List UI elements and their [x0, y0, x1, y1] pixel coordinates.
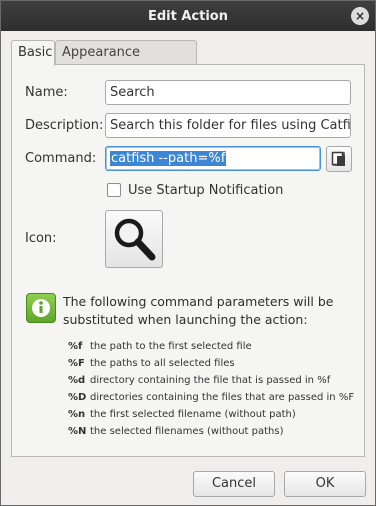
edit-action-dialog: Edit Action × Basic Appearance Condition… [0, 0, 376, 506]
info-glyph [32, 299, 50, 317]
copy-icon [331, 151, 345, 166]
parameter-list: %f the path to the first selected file %F… [68, 338, 354, 440]
parameter-code: %f [68, 341, 83, 352]
command-field[interactable]: catfish --path=%f [105, 146, 321, 171]
ok-button[interactable]: OK [284, 471, 366, 497]
parameter-description: directories containing the files that ar… [90, 392, 355, 403]
info-message: The following command parameters will be… [63, 294, 334, 327]
parameter-description: the paths to all selected files [90, 358, 235, 369]
parameter-code: %N [68, 426, 87, 437]
parameter-row: %F the paths to all selected files [68, 355, 354, 372]
name-label: Name: [25, 85, 68, 100]
description-label: Description: [25, 118, 104, 133]
command-value: catfish --path=%f [110, 151, 227, 166]
tab-appearance-conditions[interactable]: Appearance Conditions [55, 40, 197, 84]
parameter-row: %N the selected filenames (without paths) [68, 423, 354, 440]
icon-chooser-button[interactable] [105, 210, 163, 268]
parameter-row: %n the first selected filename (without p… [68, 406, 354, 423]
close-button[interactable]: × [351, 7, 369, 25]
parameter-description: the selected filenames (without paths) [90, 426, 284, 437]
startup-notification-checkbox[interactable] [107, 183, 121, 197]
parameter-row: %D directories containing the files that … [68, 389, 354, 406]
parameter-description: directory containing the file that is pa… [90, 375, 331, 386]
description-field[interactable]: Search this folder for files using Catfi… [105, 113, 351, 138]
parameter-code: %D [68, 392, 87, 403]
tab-basic[interactable]: Basic [11, 40, 55, 66]
window-title: Edit Action [147, 8, 228, 24]
parameter-code: %F [68, 358, 85, 369]
name-field[interactable]: Search [105, 80, 351, 105]
parameter-description: the path to the first selected file [90, 341, 252, 352]
parameter-code: %d [68, 375, 86, 386]
cancel-button[interactable]: Cancel [193, 471, 275, 497]
parameter-row: %f the path to the first selected file [68, 338, 354, 355]
command-label: Command: [25, 151, 97, 166]
startup-notification-label[interactable]: Use Startup Notification [128, 183, 283, 198]
search-icon [114, 218, 156, 261]
titlebar: Edit Action × [1, 1, 375, 31]
parameter-row: %d directory containing the file that is … [68, 372, 354, 389]
icon-label: Icon: [25, 231, 57, 246]
browse-command-button[interactable] [326, 146, 352, 172]
parameter-code: %n [68, 409, 86, 420]
parameter-description: the first selected filename (without pat… [90, 409, 296, 420]
info-icon [26, 293, 56, 323]
